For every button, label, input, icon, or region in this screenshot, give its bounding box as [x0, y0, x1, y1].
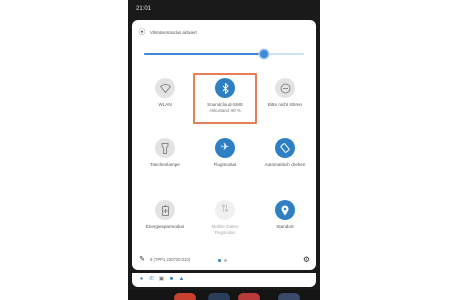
tile-airplane-label: Flugmodus: [213, 162, 237, 167]
notification-icons-row: ● ✆ ▣ ■ ▲: [132, 273, 316, 287]
tile-auto-rotate-label: Automatisch drehen: [264, 162, 306, 167]
tile-airplane-mode[interactable]: ✈ Flugmodus: [194, 136, 256, 180]
page-dot-active: [218, 259, 221, 262]
page-indicator: [218, 259, 232, 263]
tile-do-not-disturb[interactable]: Bitte nicht stören: [254, 76, 316, 120]
tile-location-label: Standort: [276, 224, 294, 229]
status-time: 21:01: [136, 6, 152, 12]
wifi-icon: [155, 78, 175, 98]
gear-icon[interactable]: ⚙: [302, 255, 311, 264]
app-icon: ■: [169, 276, 174, 282]
tile-mobile-data-label: Mobile Daten: [211, 224, 239, 229]
app-icon: ▲: [178, 276, 185, 282]
tile-auto-rotate[interactable]: Automatisch drehen: [254, 136, 316, 180]
quick-settings-panel: ⦿ Vibrationsmodus aktiviert WLAN Soundcl…: [132, 20, 316, 270]
lock-icon: ▣: [158, 276, 165, 282]
tile-battery-saver[interactable]: Energiesparmodus: [134, 198, 196, 242]
location-icon: [275, 200, 295, 220]
dock-app-icon[interactable]: [208, 293, 230, 300]
build-number: 9 (TPP1.220720.010): [150, 257, 191, 262]
tile-flashlight-label: Taschenlampe: [150, 162, 180, 167]
tile-battery-saver-label: Energiesparmodus: [145, 224, 185, 229]
tile-mobile-data[interactable]: ⇅ Mobile Daten Flugmodus: [194, 198, 256, 242]
pencil-icon[interactable]: ✎: [138, 256, 146, 264]
battery-saver-icon: [155, 200, 175, 220]
brightness-slider[interactable]: [144, 50, 304, 58]
tile-wifi-label: WLAN: [158, 102, 172, 107]
tile-dnd-label: Bitte nicht stören: [267, 102, 303, 107]
messenger-icon: ●: [139, 276, 144, 282]
vibrate-label: Vibrationsmodus aktiviert: [150, 30, 197, 35]
page-dot-inactive: [224, 259, 227, 262]
tile-location[interactable]: Standort: [254, 198, 316, 242]
flashlight-icon: [155, 138, 175, 158]
vibrate-status-row[interactable]: ⦿ Vibrationsmodus aktiviert: [138, 29, 308, 37]
phone-icon: ✆: [149, 276, 154, 282]
highlight-box: [193, 73, 257, 124]
home-dock: [128, 290, 320, 300]
brightness-slider-fill: [144, 53, 264, 55]
phone-screen: 21:01 ⦿ Vibrationsmodus aktiviert WLAN S…: [128, 0, 320, 300]
tile-mobile-data-sublabel: Flugmodus: [214, 230, 236, 235]
vibrate-icon: ⦿: [138, 29, 146, 36]
dock-app-icon[interactable]: [278, 293, 300, 300]
rotate-icon: [275, 138, 295, 158]
mobile-data-icon: ⇅: [215, 200, 235, 220]
airplane-icon: ✈: [215, 138, 235, 158]
dock-app-icon[interactable]: [238, 293, 260, 300]
dnd-icon: [275, 78, 295, 98]
tile-wifi[interactable]: WLAN: [134, 76, 196, 120]
dock-app-icon[interactable]: [174, 293, 196, 300]
brightness-slider-thumb[interactable]: [260, 50, 268, 58]
tile-flashlight[interactable]: Taschenlampe: [134, 136, 196, 180]
